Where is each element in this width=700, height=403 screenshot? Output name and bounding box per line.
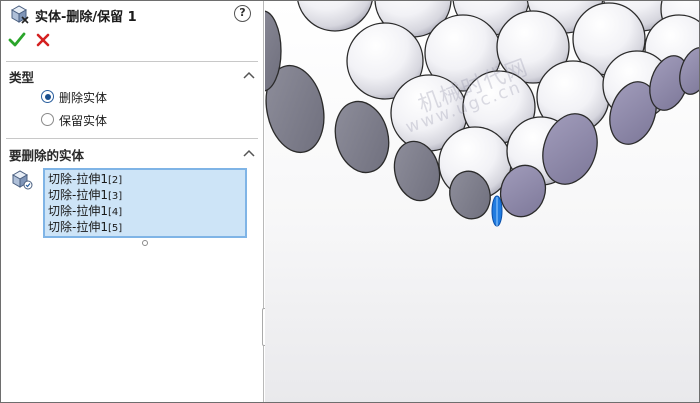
list-resize-handle[interactable] — [142, 240, 148, 246]
type-section-header[interactable]: 类型 — [9, 65, 259, 85]
bodies-section-title: 要删除的实体 — [9, 148, 85, 163]
help-button[interactable]: ? — [234, 5, 251, 22]
graphics-viewport[interactable]: 机械时代网 www.ugc.cn — [265, 1, 699, 402]
chevron-up-icon[interactable] — [243, 69, 255, 79]
property-manager-panel: 实体-删除/保留 1 ? 类型 删除实体 保留实体 要删除的实体 切除-拉伸1[… — [1, 1, 264, 402]
green-check-icon — [8, 32, 26, 47]
ok-button[interactable] — [8, 31, 26, 49]
bodies-section-header[interactable]: 要删除的实体 — [9, 143, 259, 163]
part-body-delete-icon — [9, 4, 29, 24]
list-item[interactable]: 切除-拉伸1[2] — [48, 171, 242, 187]
divider — [6, 61, 258, 62]
radio-button[interactable] — [41, 113, 54, 126]
action-row — [1, 29, 264, 51]
panel-title-row: 实体-删除/保留 1 ? — [1, 1, 264, 27]
radio-keep-bodies[interactable]: 保留实体 — [41, 111, 241, 129]
radio-button-checked[interactable] — [41, 90, 54, 103]
radio-delete-bodies[interactable]: 删除实体 — [41, 88, 241, 106]
bodies-to-delete-list[interactable]: 切除-拉伸1[2] 切除-拉伸1[3] 切除-拉伸1[4] 切除-拉伸1[5] — [43, 168, 247, 238]
selected-body-highlight — [491, 195, 503, 227]
solid-bodies-icon — [11, 169, 33, 191]
divider — [6, 138, 258, 139]
cancel-button[interactable] — [34, 31, 52, 49]
radio-label: 保留实体 — [59, 114, 108, 128]
panel-title: 实体-删除/保留 1 — [35, 10, 137, 25]
type-section-title: 类型 — [9, 70, 35, 85]
list-item[interactable]: 切除-拉伸1[4] — [48, 203, 242, 219]
sphere-pattern-model — [265, 1, 699, 227]
red-x-icon — [36, 33, 50, 47]
radio-label: 删除实体 — [59, 91, 108, 105]
chevron-up-icon[interactable] — [243, 147, 255, 157]
list-item[interactable]: 切除-拉伸1[3] — [48, 187, 242, 203]
list-item[interactable]: 切除-拉伸1[5] — [48, 219, 242, 235]
